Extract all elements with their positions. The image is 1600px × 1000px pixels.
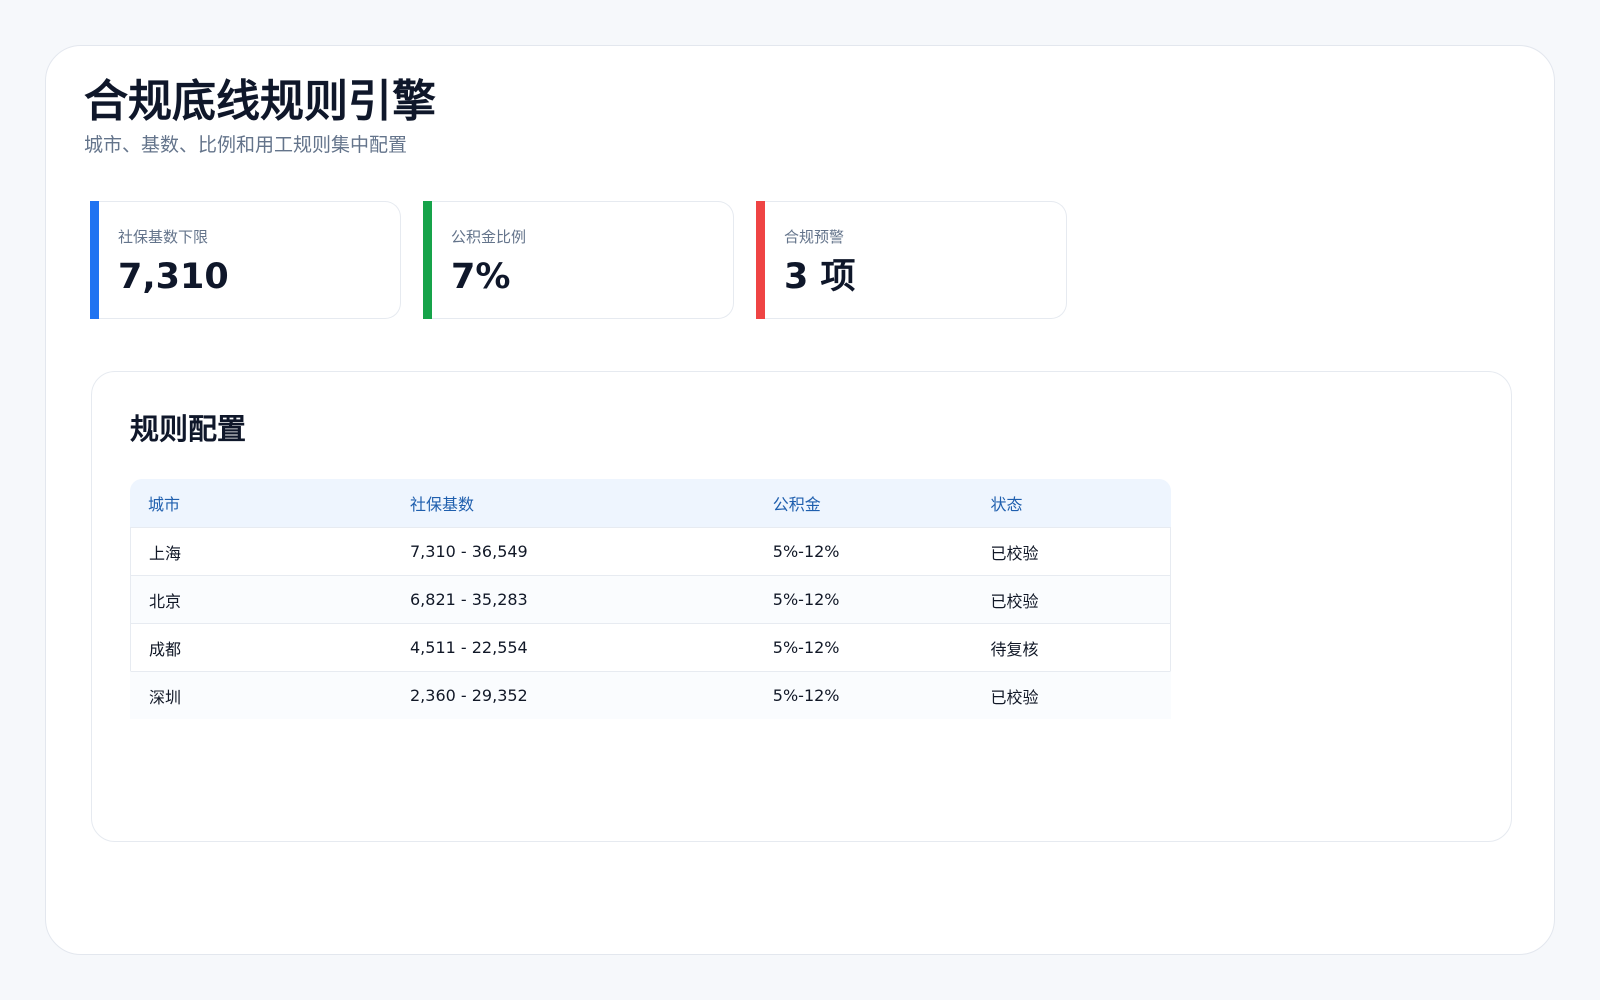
column-header-city[interactable]: 城市 [130, 479, 392, 527]
cell-fund: 5%-12% [754, 671, 973, 719]
cell-social-base: 6,821 - 35,283 [392, 575, 755, 623]
cell-social-base: 4,511 - 22,554 [392, 623, 755, 671]
cell-status: 已校验 [972, 527, 1171, 575]
page-subtitle: 城市、基数、比例和用工规则集中配置 [84, 134, 408, 156]
rules-table: 城市 社保基数 公积金 状态 上海 7,310 - 36,549 5%-12% … [130, 479, 1171, 719]
stat-value: 3 项 [784, 257, 856, 297]
cell-fund: 5%-12% [754, 575, 973, 623]
main-frame: 合规底线规则引擎 城市、基数、比例和用工规则集中配置 社保基数下限 7,310 … [45, 45, 1555, 955]
cell-social-base: 2,360 - 29,352 [392, 671, 755, 719]
table-row[interactable]: 成都 4,511 - 22,554 5%-12% 待复核 [130, 623, 1171, 671]
cell-status: 待复核 [972, 623, 1171, 671]
page-title: 合规底线规则引擎 [84, 76, 436, 127]
cell-fund: 5%-12% [754, 527, 973, 575]
stat-value: 7,310 [118, 257, 229, 297]
cell-fund: 5%-12% [754, 623, 973, 671]
table-header-row: 城市 社保基数 公积金 状态 [130, 479, 1171, 527]
stat-accent-bar [423, 201, 432, 319]
table-row[interactable]: 深圳 2,360 - 29,352 5%-12% 已校验 [130, 671, 1171, 719]
stat-accent-bar [756, 201, 765, 319]
column-header-status[interactable]: 状态 [972, 479, 1171, 527]
stat-card-fund-ratio: 公积金比例 7% [423, 201, 734, 319]
stat-label: 社保基数下限 [118, 228, 209, 246]
table-row[interactable]: 北京 6,821 - 35,283 5%-12% 已校验 [130, 575, 1171, 623]
column-header-fund[interactable]: 公积金 [754, 479, 973, 527]
stat-accent-bar [90, 201, 99, 319]
cell-status: 已校验 [972, 671, 1171, 719]
cell-city: 北京 [130, 575, 392, 623]
cell-city: 成都 [130, 623, 392, 671]
stat-card-social-base: 社保基数下限 7,310 [90, 201, 401, 319]
stat-label: 合规预警 [784, 228, 845, 246]
stat-value: 7% [451, 257, 511, 297]
table-row[interactable]: 上海 7,310 - 36,549 5%-12% 已校验 [130, 527, 1171, 575]
column-header-social-base[interactable]: 社保基数 [392, 479, 755, 527]
cell-status: 已校验 [972, 575, 1171, 623]
stat-card-compliance-alerts: 合规预警 3 项 [756, 201, 1067, 319]
panel-title: 规则配置 [130, 412, 247, 446]
cell-city: 深圳 [130, 671, 392, 719]
cell-social-base: 7,310 - 36,549 [392, 527, 755, 575]
rules-panel: 规则配置 城市 社保基数 公积金 状态 上海 7,310 - 36,549 5%… [91, 371, 1512, 842]
stat-label: 公积金比例 [451, 228, 527, 246]
cell-city: 上海 [130, 527, 392, 575]
